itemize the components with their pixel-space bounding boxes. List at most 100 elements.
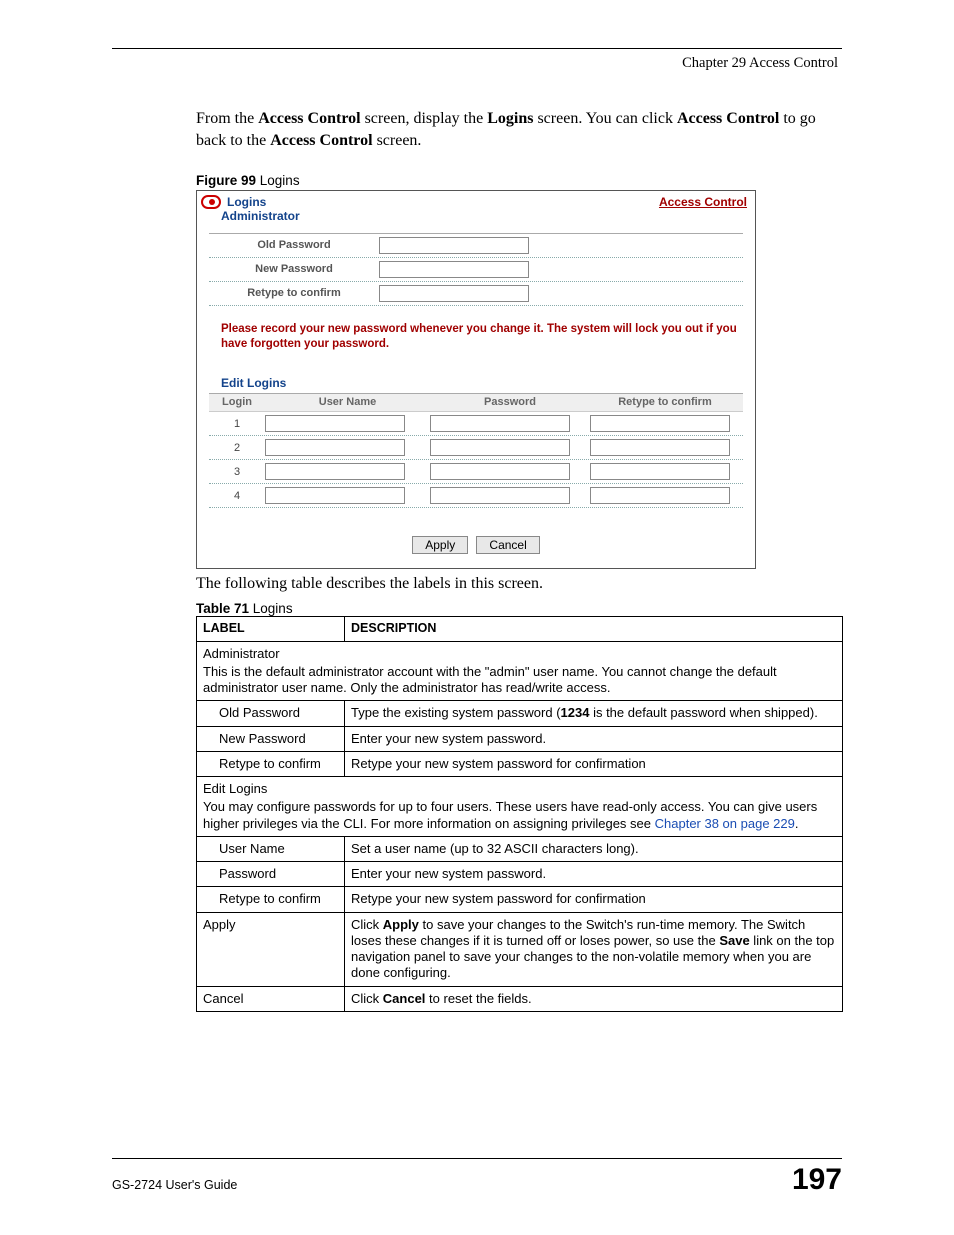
- old-password-input[interactable]: [379, 237, 529, 254]
- edit-logins-title: Edit Logins: [197, 360, 755, 393]
- intro-bold: Access Control: [677, 110, 779, 127]
- row-label: Cancel: [197, 986, 345, 1011]
- username-input-3[interactable]: [265, 463, 405, 480]
- login-num: 3: [209, 466, 265, 478]
- footer-page-number: 197: [792, 1163, 842, 1197]
- row-desc: Type the existing system password (1234 …: [345, 701, 843, 726]
- login-row-2: 2: [209, 436, 743, 460]
- retype-row: Retype to confirm: [209, 282, 743, 306]
- old-password-label: Old Password: [209, 234, 379, 257]
- login-row-1: 1: [209, 412, 743, 436]
- figure-number: Figure 99: [196, 173, 256, 188]
- col-password: Password: [430, 394, 590, 411]
- intro-text: From the: [196, 110, 258, 127]
- password-warning: Please record your new password whenever…: [197, 306, 755, 360]
- row-desc: Click Apply to save your changes to the …: [345, 912, 843, 986]
- username-input-1[interactable]: [265, 415, 405, 432]
- password-input-2[interactable]: [430, 439, 570, 456]
- desc-text: Click: [351, 917, 383, 932]
- chapter-header: Chapter 29 Access Control: [112, 55, 842, 72]
- retype-password-input[interactable]: [379, 285, 529, 302]
- retype-input-2[interactable]: [590, 439, 730, 456]
- page-footer: GS-2724 User's Guide 197: [112, 1158, 842, 1197]
- old-password-desc-row: Old Password Type the existing system pa…: [197, 701, 843, 726]
- login-row-3: 3: [209, 460, 743, 484]
- row-desc: Retype your new system password for conf…: [345, 887, 843, 912]
- administrator-label: Administrator: [197, 209, 755, 229]
- intro-bold: Access Control: [270, 132, 372, 149]
- row-label: Apply: [197, 912, 345, 986]
- retype-label: Retype to confirm: [209, 282, 379, 305]
- retype-desc-row: Retype to confirm Retype your new system…: [197, 751, 843, 776]
- row-desc: Click Cancel to reset the fields.: [345, 986, 843, 1011]
- desc-text: Click: [351, 991, 383, 1006]
- apply-desc-row: Apply Click Apply to save your changes t…: [197, 912, 843, 986]
- figure-header: Logins Access Control: [197, 191, 755, 209]
- col-username: User Name: [265, 394, 430, 411]
- retype-input-3[interactable]: [590, 463, 730, 480]
- username-input-4[interactable]: [265, 487, 405, 504]
- new-password-input[interactable]: [379, 261, 529, 278]
- intro-bold: Logins: [487, 110, 533, 127]
- row-label: Password: [197, 862, 345, 887]
- chapter-link[interactable]: Chapter 38 on page 229: [655, 816, 795, 831]
- username-input-2[interactable]: [265, 439, 405, 456]
- table-title: Logins: [249, 601, 293, 616]
- figure-logins-screen: Logins Access Control Administrator Old …: [196, 190, 756, 569]
- figure-title-text: Logins: [227, 195, 266, 209]
- retype-input-1[interactable]: [590, 415, 730, 432]
- intro-paragraph: From the Access Control screen, display …: [196, 108, 842, 151]
- desc-bold: 1234: [561, 705, 590, 720]
- edit-logins-table: Login User Name Password Retype to confi…: [209, 393, 743, 508]
- new-password-label: New Password: [209, 258, 379, 281]
- figure-buttons: Apply Cancel: [197, 508, 755, 568]
- edit-logins-cell: Edit Logins You may configure passwords …: [197, 777, 843, 837]
- row-label: Retype to confirm: [197, 887, 345, 912]
- login-num: 2: [209, 442, 265, 454]
- desc-text: .: [795, 816, 799, 831]
- apply-button[interactable]: Apply: [412, 536, 468, 554]
- row-label: New Password: [197, 726, 345, 751]
- row-desc: Enter your new system password.: [345, 726, 843, 751]
- access-control-link[interactable]: Access Control: [659, 195, 747, 209]
- edit-logins-section-row: Edit Logins You may configure passwords …: [197, 777, 843, 837]
- row-desc: Set a user name (up to 32 ASCII characte…: [345, 836, 843, 861]
- password-desc-row: Password Enter your new system password.: [197, 862, 843, 887]
- footer-guide-name: GS-2724 User's Guide: [112, 1178, 237, 1192]
- th-label: LABEL: [197, 617, 345, 642]
- desc-text: is the default password when shipped).: [589, 705, 817, 720]
- password-input-3[interactable]: [430, 463, 570, 480]
- admin-password-area: Old Password New Password Retype to conf…: [209, 233, 743, 306]
- intro-bold: Access Control: [258, 110, 360, 127]
- login-num: 1: [209, 418, 265, 430]
- table-number: Table 71: [196, 601, 249, 616]
- login-num: 4: [209, 490, 265, 502]
- username-desc-row: User Name Set a user name (up to 32 ASCI…: [197, 836, 843, 861]
- password-input-1[interactable]: [430, 415, 570, 432]
- logins-header-icon: [201, 195, 221, 209]
- table-header-row: LABEL DESCRIPTION: [197, 617, 843, 642]
- password-input-4[interactable]: [430, 487, 570, 504]
- edit-logins-desc: You may configure passwords for up to fo…: [203, 799, 836, 832]
- figure-title: Logins: [256, 173, 300, 188]
- desc-bold: Apply: [383, 917, 419, 932]
- admin-section-cell: Administrator This is the default admini…: [197, 641, 843, 701]
- new-password-desc-row: New Password Enter your new system passw…: [197, 726, 843, 751]
- admin-section-row: Administrator This is the default admini…: [197, 641, 843, 701]
- login-row-4: 4: [209, 484, 743, 508]
- desc-text: Type the existing system password (: [351, 705, 561, 720]
- desc-text: to reset the fields.: [425, 991, 531, 1006]
- row-label: User Name: [197, 836, 345, 861]
- desc-bold: Cancel: [383, 991, 426, 1006]
- retype-input-4[interactable]: [590, 487, 730, 504]
- intro-text: screen. You can click: [533, 110, 677, 127]
- admin-section-desc: This is the default administrator accoun…: [203, 664, 836, 697]
- row-desc: Retype your new system password for conf…: [345, 751, 843, 776]
- top-rule: [112, 48, 842, 49]
- edit-logins-title: Edit Logins: [203, 781, 836, 797]
- col-login: Login: [209, 394, 265, 411]
- col-retype: Retype to confirm: [590, 394, 740, 411]
- cancel-button[interactable]: Cancel: [476, 536, 539, 554]
- th-description: DESCRIPTION: [345, 617, 843, 642]
- retype2-desc-row: Retype to confirm Retype your new system…: [197, 887, 843, 912]
